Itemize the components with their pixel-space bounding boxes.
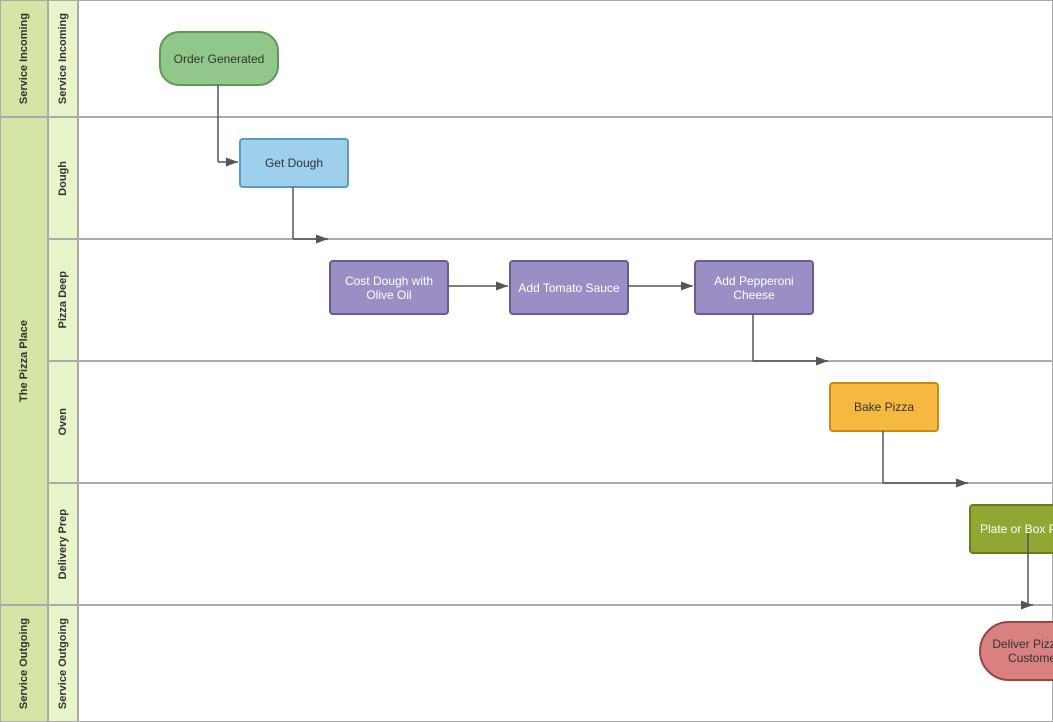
lane-label-2: Pizza Deep <box>57 271 69 328</box>
pizza-place-label: The Pizza Place <box>18 320 30 402</box>
node-add-pepperoni-label: Add Pepperoni Cheese <box>696 274 812 302</box>
node-cost-dough-label: Cost Dough with Olive Oil <box>331 274 447 302</box>
inner-label-pizza-deep: Pizza Deep <box>48 239 78 361</box>
lane-label-5: Service Outgoing <box>57 618 69 709</box>
outer-label-service-outgoing: Service Outgoing <box>0 605 48 722</box>
lane-label-1: Dough <box>57 161 69 196</box>
outer-label-pizza-place: The Pizza Place <box>0 117 48 605</box>
lane-label-0: Service Incoming <box>57 13 69 104</box>
inner-label-dough: Dough <box>48 117 78 239</box>
lane-pizza-deep: Cost Dough with Olive Oil Add Tomato Sau… <box>78 239 1053 361</box>
inner-label-delivery-prep: Delivery Prep <box>48 483 78 605</box>
inner-label-oven: Oven <box>48 361 78 483</box>
lane-label-4: Delivery Prep <box>57 509 69 579</box>
inner-label-service-incoming: Service Incoming <box>48 0 78 117</box>
node-add-tomato: Add Tomato Sauce <box>509 260 629 315</box>
node-order-generated: Order Generated <box>159 31 279 86</box>
node-add-tomato-label: Add Tomato Sauce <box>518 281 619 295</box>
node-bake-pizza: Bake Pizza <box>829 382 939 432</box>
inner-label-service-outgoing: Service Outgoing <box>48 605 78 722</box>
node-get-dough-label: Get Dough <box>265 156 323 170</box>
diagram-container: Service Incoming The Pizza Place Service… <box>0 0 1053 722</box>
node-order-generated-label: Order Generated <box>174 52 265 66</box>
lane-service-outgoing: Deliver Pizza to Customer <box>78 605 1053 722</box>
lane-label-3: Oven <box>57 408 69 436</box>
node-plate-box-label: Plate or Box Pizza <box>980 522 1053 536</box>
node-deliver-label: Deliver Pizza to Customer <box>981 637 1053 665</box>
lane-service-incoming: Order Generated <box>78 0 1053 117</box>
node-cost-dough: Cost Dough with Olive Oil <box>329 260 449 315</box>
node-deliver: Deliver Pizza to Customer <box>979 621 1053 681</box>
lane-oven: Bake Pizza <box>78 361 1053 483</box>
outer-label-service-incoming: Service Incoming <box>0 0 48 117</box>
node-get-dough: Get Dough <box>239 138 349 188</box>
node-plate-box: Plate or Box Pizza <box>969 504 1053 554</box>
lane-delivery-prep: Plate or Box Pizza <box>78 483 1053 605</box>
node-bake-pizza-label: Bake Pizza <box>854 400 914 414</box>
service-incoming-outer-label: Service Incoming <box>18 13 30 104</box>
service-outgoing-outer-label: Service Outgoing <box>18 618 30 709</box>
lane-dough: Get Dough <box>78 117 1053 239</box>
node-add-pepperoni: Add Pepperoni Cheese <box>694 260 814 315</box>
